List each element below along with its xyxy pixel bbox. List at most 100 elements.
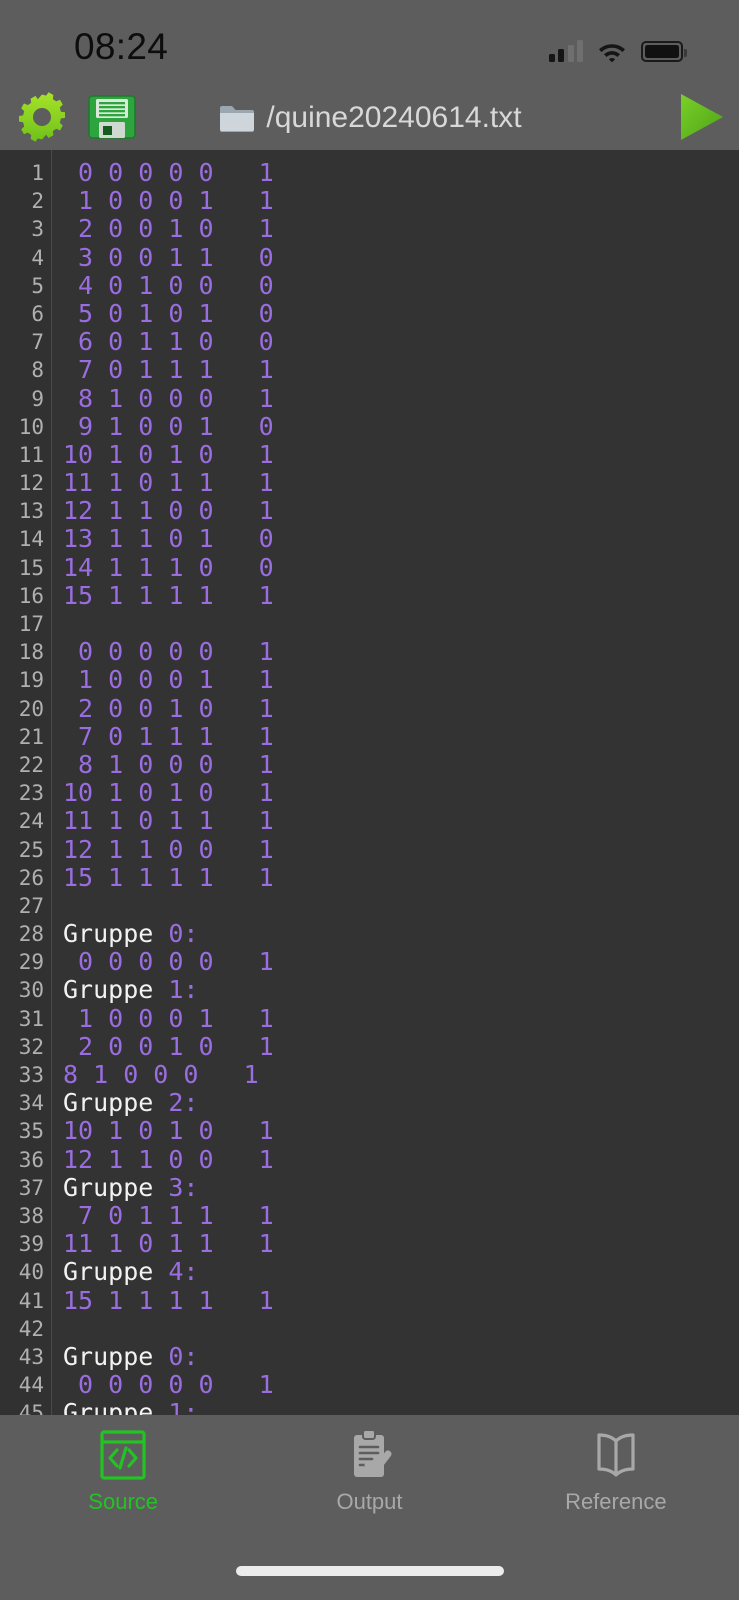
tab-source[interactable]: Source	[0, 1415, 246, 1535]
code-line[interactable]: 7 0 1 1 1 1	[53, 356, 739, 384]
line-number: 11	[18, 442, 44, 467]
line-number: 2	[31, 189, 44, 214]
tab-source-label: Source	[88, 1489, 159, 1514]
line-number: 24	[18, 809, 44, 834]
code-line[interactable]: 0 0 0 0 0 1	[53, 158, 739, 187]
code-editor[interactable]: 1 2 3 4 5 6 7 8 9 10 11 12 13 14 15 16 17 18 19 20 21 22 23 24 2…	[0, 150, 739, 1415]
code-line[interactable]	[53, 892, 739, 920]
line-number: 27	[18, 893, 44, 918]
line-number: 31	[18, 1006, 44, 1031]
code-line[interactable]: 0 0 0 0 0 1	[53, 637, 739, 666]
line-number: 28	[18, 922, 44, 947]
line-number: 10	[18, 414, 44, 439]
code-line[interactable]: 2 0 0 1 0 1	[53, 694, 739, 723]
code-line[interactable]: 8 1 0 0 0 1	[53, 1060, 739, 1089]
code-line[interactable]: Gruppe 2:	[53, 1089, 739, 1117]
code-line[interactable]: 12 1 1 0 0 1	[53, 1145, 739, 1174]
code-line[interactable]: Gruppe 0:	[53, 1341, 739, 1371]
code-line[interactable]: 2 0 0 1 0 1	[53, 1032, 739, 1061]
code-line[interactable]: 13 1 1 0 1 0	[53, 525, 739, 553]
code-line[interactable]	[53, 1315, 739, 1343]
line-number: 37	[18, 1175, 44, 1200]
line-number: 41	[18, 1288, 44, 1313]
line-number: 14	[18, 527, 44, 552]
gear-icon[interactable]	[14, 89, 70, 145]
code-line[interactable]: 9 1 0 0 1 0	[53, 412, 739, 441]
line-number: 34	[18, 1091, 44, 1116]
code-line[interactable]: 7 0 1 1 1 1	[53, 722, 739, 751]
code-line[interactable]: 14 1 1 1 0 0	[53, 553, 739, 582]
code-line[interactable]: 10 1 0 1 0 1	[53, 440, 739, 469]
code-line[interactable]: Gruppe 1:	[53, 1399, 739, 1415]
line-number: 29	[18, 950, 44, 975]
group-value: 0:	[168, 1341, 199, 1371]
code-line[interactable]: 2 0 0 1 0 1	[53, 215, 739, 243]
tab-output[interactable]: Output	[246, 1415, 492, 1535]
line-number: 6	[31, 301, 44, 326]
line-number: 39	[18, 1232, 44, 1257]
group-keyword: Gruppe	[63, 919, 169, 949]
code-line[interactable]: 11 1 0 1 1 1	[53, 807, 739, 835]
code-line[interactable]: Gruppe 3:	[53, 1172, 739, 1202]
file-title-bar[interactable]: /quine20240614.txt	[120, 85, 620, 150]
tab-reference[interactable]: Reference	[493, 1415, 739, 1535]
status-indicators	[548, 32, 687, 63]
line-number: 40	[18, 1260, 44, 1285]
group-value: 4:	[168, 1257, 199, 1287]
group-value: 3:	[168, 1172, 199, 1202]
code-line[interactable]: 15 1 1 1 1 1	[53, 581, 739, 610]
code-line[interactable]	[53, 610, 739, 638]
wifi-icon	[597, 40, 627, 63]
code-line[interactable]: 11 1 0 1 1 1	[53, 468, 739, 497]
group-value: 2:	[168, 1088, 199, 1118]
code-line[interactable]: 1 0 0 0 1 1	[53, 666, 739, 694]
tab-list: Source Output Reference	[0, 1415, 739, 1535]
group-value: 0:	[168, 919, 199, 949]
code-line[interactable]: 4 0 1 0 0 0	[53, 271, 739, 300]
code-line[interactable]: Gruppe 4:	[53, 1258, 739, 1286]
play-icon[interactable]	[673, 91, 727, 143]
code-content[interactable]: 0 0 0 0 0 1 1 0 0 0 1 1 2 0 0 1 0 1 3 0 …	[53, 150, 739, 1415]
code-line[interactable]: 0 0 0 0 0 1	[53, 1370, 739, 1399]
code-line[interactable]: 10 1 0 1 0 1	[53, 778, 739, 807]
line-number: 23	[18, 781, 44, 806]
file-title: /quine20240614.txt	[266, 100, 522, 134]
code-line[interactable]: 8 1 0 0 0 1	[53, 750, 739, 779]
code-line[interactable]: 6 0 1 1 0 0	[53, 327, 739, 356]
line-number: 9	[31, 386, 44, 411]
line-number: 43	[18, 1344, 44, 1369]
code-brackets-icon	[95, 1427, 151, 1483]
code-line[interactable]: 3 0 0 1 1 0	[53, 243, 739, 272]
line-number: 21	[18, 724, 44, 749]
code-line[interactable]: 0 0 0 0 0 1	[53, 948, 739, 976]
code-line[interactable]: 7 0 1 1 1 1	[53, 1201, 739, 1230]
code-line[interactable]: 15 1 1 1 1 1	[53, 1286, 739, 1315]
group-keyword: Gruppe	[63, 1172, 169, 1202]
group-value: 1:	[168, 975, 199, 1005]
code-line[interactable]: 12 1 1 0 0 1	[53, 497, 739, 525]
line-number: 44	[18, 1373, 44, 1398]
tab-output-label: Output	[336, 1489, 403, 1514]
code-line[interactable]: 1 0 0 0 1 1	[53, 1004, 739, 1033]
line-number: 5	[31, 273, 44, 298]
line-number: 15	[18, 555, 44, 580]
line-number: 36	[18, 1147, 44, 1172]
code-line[interactable]: 1 0 0 0 1 1	[53, 186, 739, 215]
line-number: 16	[18, 583, 44, 608]
code-line[interactable]: 5 0 1 0 1 0	[53, 299, 739, 328]
home-indicator	[236, 1566, 504, 1576]
code-line[interactable]: 8 1 0 0 0 1	[53, 384, 739, 413]
code-line[interactable]: 12 1 1 0 0 1	[53, 835, 739, 864]
cellular-signal-icon	[548, 40, 583, 62]
group-keyword: Gruppe	[63, 1088, 169, 1118]
code-line[interactable]: Gruppe 1:	[53, 976, 739, 1004]
line-number: 1	[31, 161, 44, 185]
group-keyword: Gruppe	[63, 1398, 169, 1415]
editor-toolbar: /quine20240614.txt	[0, 85, 739, 150]
code-line[interactable]: 15 1 1 1 1 1	[53, 863, 739, 892]
code-line[interactable]: 11 1 0 1 1 1	[53, 1229, 739, 1258]
code-line[interactable]: 10 1 0 1 0 1	[53, 1117, 739, 1145]
group-value: 1:	[168, 1398, 199, 1415]
code-line[interactable]: Gruppe 0:	[53, 919, 739, 949]
line-number: 12	[18, 471, 44, 496]
